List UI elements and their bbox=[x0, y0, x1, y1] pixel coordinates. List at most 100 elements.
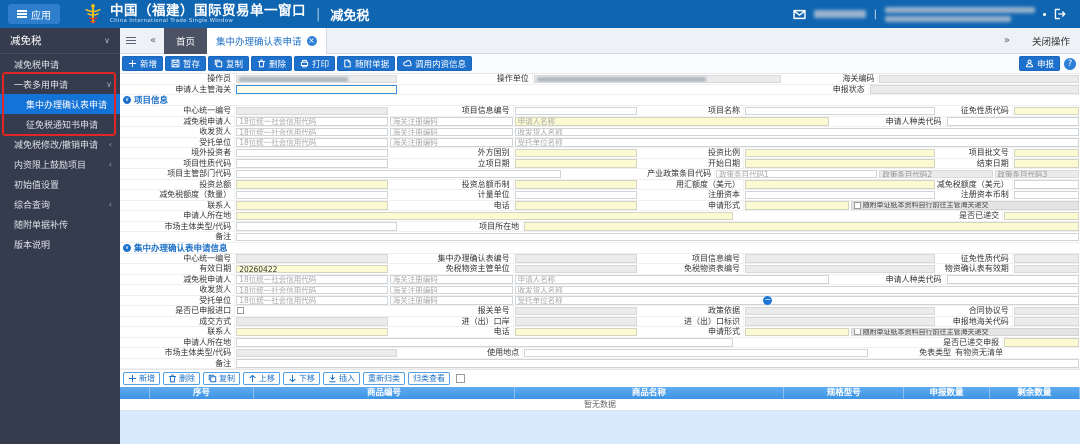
form-field[interactable]: 受托单位名称 bbox=[514, 296, 1079, 305]
form-field[interactable] bbox=[236, 159, 388, 168]
toolbar-button[interactable]: 暂存 bbox=[165, 56, 207, 71]
sidebar-item[interactable]: 征免税通知书申请 bbox=[0, 114, 120, 134]
close-operations-button[interactable]: 关闭操作 bbox=[1032, 34, 1070, 48]
checkbox[interactable] bbox=[853, 328, 861, 336]
goods-toolbar-button[interactable]: 重新归类 bbox=[363, 372, 405, 385]
sidebar-item[interactable]: 版本说明 bbox=[0, 234, 120, 254]
double-right-icon[interactable]: » bbox=[996, 28, 1018, 54]
form-field[interactable] bbox=[236, 169, 561, 178]
form-field[interactable] bbox=[236, 359, 1079, 368]
help-icon[interactable]: ? bbox=[1064, 57, 1076, 70]
form-field[interactable] bbox=[1013, 190, 1079, 199]
form-field[interactable] bbox=[236, 190, 388, 199]
goods-toolbar-button[interactable]: 插入 bbox=[323, 372, 360, 385]
app-menu-button[interactable]: 应用 bbox=[8, 4, 60, 24]
double-left-icon[interactable]: « bbox=[142, 28, 164, 54]
form-field[interactable]: 收发货人名称 bbox=[514, 285, 1079, 294]
sidebar-item[interactable]: 综合查询 ‹ bbox=[0, 194, 120, 214]
form-field[interactable] bbox=[514, 190, 638, 199]
form-field[interactable]: 海关注册编码 bbox=[389, 138, 513, 147]
sidebar-item[interactable]: 一表多用申请 ∨ bbox=[0, 74, 120, 94]
form-field[interactable] bbox=[744, 327, 849, 336]
tab-close-icon[interactable]: × bbox=[306, 35, 317, 46]
goods-toolbar-button[interactable]: 归类查看 bbox=[408, 372, 450, 385]
sidebar-item[interactable]: 初始值设置 bbox=[0, 174, 120, 194]
sidebar-item[interactable]: 随附单据补传 bbox=[0, 214, 120, 234]
checkbox[interactable] bbox=[853, 201, 861, 209]
form-field[interactable]: 海关注册编码 bbox=[389, 285, 513, 294]
form-field[interactable]: 海关注册编码 bbox=[389, 275, 513, 284]
sidebar-item[interactable]: 减免税修改/撤销申请 ‹ bbox=[0, 134, 120, 154]
toolbar-button[interactable]: 删除 bbox=[251, 56, 293, 71]
form-field[interactable] bbox=[514, 201, 638, 210]
form-field[interactable]: 申请人名称 bbox=[514, 117, 830, 126]
form-field[interactable] bbox=[236, 148, 388, 157]
toolbar-button[interactable]: 打印 bbox=[294, 56, 336, 71]
menu-toggle-icon[interactable] bbox=[120, 28, 142, 54]
goods-toolbar-button[interactable]: 下移 bbox=[283, 372, 320, 385]
form-field[interactable] bbox=[1013, 159, 1079, 168]
goods-toolbar-button[interactable]: 复制 bbox=[203, 372, 240, 385]
form-field[interactable] bbox=[744, 148, 935, 157]
form-field[interactable] bbox=[744, 159, 935, 168]
remove-row-icon[interactable]: − bbox=[763, 295, 773, 305]
sidebar-item[interactable]: 内资限上鼓励项目 ‹ bbox=[0, 154, 120, 174]
form-field[interactable]: 收发货人名称 bbox=[514, 127, 1079, 136]
form-field[interactable] bbox=[744, 201, 849, 210]
form-field[interactable] bbox=[1004, 338, 1079, 347]
form-field[interactable] bbox=[236, 338, 734, 347]
form-field[interactable] bbox=[236, 201, 388, 210]
form-field[interactable]: 海关注册编码 bbox=[389, 296, 513, 305]
tab-home[interactable]: 首页 bbox=[164, 27, 208, 54]
form-field[interactable] bbox=[514, 148, 638, 157]
form-field[interactable] bbox=[236, 232, 1079, 241]
form-field[interactable] bbox=[1013, 148, 1079, 157]
form-field[interactable]: 受托单位名称 bbox=[514, 138, 1079, 147]
goods-toolbar-button[interactable]: 删除 bbox=[163, 372, 200, 385]
form-field[interactable] bbox=[1013, 180, 1079, 189]
toolbar-button[interactable]: 复制 bbox=[208, 56, 250, 71]
form-field[interactable]: 海关注册编码 bbox=[389, 127, 513, 136]
mail-icon[interactable] bbox=[792, 8, 806, 21]
form-field[interactable]: 20260422 bbox=[236, 264, 388, 273]
form-field[interactable] bbox=[744, 190, 935, 199]
collapse-icon[interactable]: ∨ bbox=[123, 243, 131, 252]
form-field[interactable] bbox=[514, 180, 638, 189]
form-field[interactable]: 18位统一社会信用代码 bbox=[236, 275, 388, 284]
goods-toolbar-button[interactable]: 新增 bbox=[123, 372, 160, 385]
form-field[interactable]: 18位统一社会信用代码 bbox=[236, 138, 388, 147]
sidebar-item[interactable]: 减免税申请 bbox=[0, 54, 120, 74]
collapse-icon[interactable]: ∨ bbox=[123, 96, 131, 104]
form-field[interactable] bbox=[236, 327, 388, 336]
goods-toolbar-button[interactable]: 上移 bbox=[243, 372, 280, 385]
checkbox[interactable] bbox=[237, 307, 245, 315]
form-field[interactable] bbox=[524, 222, 1079, 231]
sidebar-header[interactable]: 减免税 ∨ bbox=[0, 28, 120, 54]
form-field[interactable]: 政策条目代码1 bbox=[716, 169, 878, 178]
declare-button[interactable]: 申报 bbox=[1018, 56, 1060, 71]
form-field[interactable] bbox=[514, 106, 638, 115]
form-field[interactable]: 18位统一社会信用代码 bbox=[236, 296, 388, 305]
form-field[interactable] bbox=[1013, 106, 1079, 115]
toolbar-button[interactable]: 随附单据 bbox=[337, 56, 396, 71]
tab-current[interactable]: 集中办理确认表申请 × bbox=[207, 27, 327, 54]
form-field[interactable] bbox=[236, 85, 398, 94]
paper-submit-note[interactable]: 随附单证纸本资料自行前往主管海关递交 bbox=[850, 201, 1079, 210]
form-field[interactable] bbox=[236, 222, 398, 231]
toolbar-button[interactable]: 新增 bbox=[122, 56, 164, 71]
form-field[interactable] bbox=[744, 180, 935, 189]
form-field[interactable]: 海关注册编码 bbox=[389, 117, 513, 126]
form-field[interactable] bbox=[236, 180, 388, 189]
form-field[interactable] bbox=[946, 275, 1079, 284]
sidebar-item[interactable]: 集中办理确认表申请 bbox=[0, 94, 120, 114]
form-field[interactable] bbox=[744, 106, 935, 115]
form-field[interactable] bbox=[524, 348, 868, 357]
form-field[interactable] bbox=[514, 159, 638, 168]
form-field[interactable] bbox=[514, 327, 638, 336]
form-field[interactable]: 申请人名称 bbox=[514, 275, 830, 284]
form-field[interactable] bbox=[1004, 211, 1079, 220]
logout-icon[interactable] bbox=[1054, 8, 1066, 20]
form-field[interactable]: 18位统一社会信用代码 bbox=[236, 117, 388, 126]
paper-submit-note[interactable]: 随附单证纸本资料自行前往主管海关递交 bbox=[850, 327, 1079, 336]
form-field[interactable]: 18位统一社会信用代码 bbox=[236, 285, 388, 294]
